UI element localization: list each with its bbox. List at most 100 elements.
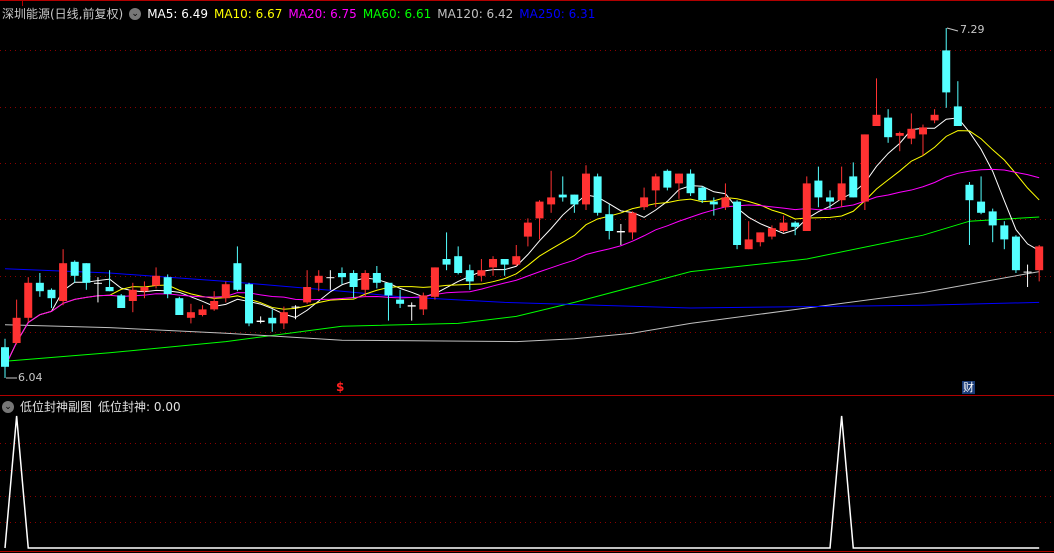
- candle[interactable]: [419, 292, 428, 315]
- candle[interactable]: [547, 170, 556, 213]
- candle[interactable]: [245, 282, 254, 327]
- candle[interactable]: [384, 282, 393, 321]
- candle[interactable]: [674, 173, 683, 199]
- candle[interactable]: [454, 246, 463, 275]
- candle[interactable]: [1000, 221, 1009, 250]
- candle-body: [651, 176, 660, 191]
- candle[interactable]: [198, 305, 207, 317]
- candle[interactable]: [279, 306, 288, 329]
- candle-body: [965, 184, 974, 201]
- candle[interactable]: [756, 232, 765, 247]
- candle[interactable]: [558, 176, 567, 202]
- candle[interactable]: [1011, 235, 1020, 273]
- candle[interactable]: [872, 78, 881, 126]
- candle[interactable]: [651, 173, 660, 208]
- candle[interactable]: [442, 232, 451, 271]
- candle[interactable]: [802, 176, 811, 231]
- candle[interactable]: [582, 165, 590, 210]
- candle[interactable]: [814, 166, 823, 208]
- candle[interactable]: [605, 204, 614, 240]
- candle[interactable]: [186, 303, 195, 324]
- candle[interactable]: [35, 273, 44, 297]
- candle[interactable]: [477, 259, 486, 282]
- candle[interactable]: [372, 266, 381, 289]
- candle[interactable]: [686, 169, 695, 196]
- candle[interactable]: [965, 182, 974, 245]
- candle[interactable]: [221, 281, 230, 303]
- candle[interactable]: [256, 316, 265, 324]
- candle[interactable]: [779, 215, 788, 233]
- candle[interactable]: [1, 338, 9, 378]
- candle-body: [988, 211, 997, 226]
- candle[interactable]: [24, 277, 33, 322]
- candle-body: [895, 133, 904, 136]
- candle[interactable]: [349, 270, 358, 299]
- candle[interactable]: [837, 166, 846, 208]
- candle[interactable]: [233, 246, 242, 292]
- candle[interactable]: [535, 200, 544, 240]
- candle[interactable]: [826, 190, 835, 209]
- candle[interactable]: [1035, 245, 1044, 282]
- candle[interactable]: [47, 288, 56, 308]
- candle[interactable]: [326, 270, 335, 290]
- candle-body: [12, 317, 21, 343]
- candle[interactable]: [82, 263, 91, 290]
- candle[interactable]: [314, 270, 323, 292]
- candle[interactable]: [430, 267, 439, 300]
- candle[interactable]: [489, 256, 498, 276]
- dividend-marker[interactable]: $: [336, 380, 344, 394]
- candle[interactable]: [733, 200, 742, 250]
- high-pointer: [946, 27, 959, 32]
- candle[interactable]: [930, 109, 939, 124]
- candle[interactable]: [268, 309, 277, 332]
- candle[interactable]: [942, 28, 951, 108]
- chart-canvas[interactable]: [0, 0, 1054, 553]
- candle[interactable]: [849, 162, 858, 198]
- financial-report-marker[interactable]: 财: [962, 381, 975, 394]
- candle[interactable]: [59, 249, 68, 306]
- candle[interactable]: [616, 224, 625, 245]
- candle[interactable]: [117, 294, 126, 308]
- candle[interactable]: [791, 221, 800, 236]
- candle[interactable]: [953, 81, 962, 126]
- candle[interactable]: [12, 299, 21, 345]
- ma250-line: [4, 268, 1040, 309]
- candle[interactable]: [1023, 264, 1032, 287]
- chevron-down-icon[interactable]: ⌄: [129, 7, 142, 20]
- candle[interactable]: [210, 291, 219, 311]
- candle[interactable]: [977, 176, 986, 215]
- candle-body: [407, 305, 416, 307]
- high-price-label: 7.29: [960, 23, 985, 36]
- candle-body: [791, 222, 800, 227]
- candle[interactable]: [884, 109, 893, 143]
- grid: [0, 50, 1054, 523]
- candle[interactable]: [860, 134, 869, 210]
- candle[interactable]: [465, 264, 474, 290]
- candle[interactable]: [396, 289, 405, 308]
- candle[interactable]: [152, 267, 161, 289]
- candle[interactable]: [407, 302, 416, 321]
- chevron-down-icon[interactable]: ⌄: [2, 400, 14, 413]
- candle[interactable]: [303, 270, 312, 304]
- candle-body: [198, 309, 207, 315]
- candle[interactable]: [523, 218, 532, 247]
- candle-body: [593, 176, 602, 213]
- candle-body: [1023, 271, 1032, 273]
- candle[interactable]: [907, 113, 916, 145]
- candle[interactable]: [663, 169, 672, 191]
- candle[interactable]: [895, 131, 904, 152]
- candle[interactable]: [175, 296, 184, 315]
- candle-body: [454, 256, 463, 273]
- candle[interactable]: [337, 267, 346, 285]
- candle[interactable]: [628, 211, 637, 240]
- candle[interactable]: [918, 124, 927, 156]
- candle[interactable]: [640, 187, 649, 210]
- candle[interactable]: [698, 186, 707, 203]
- candle[interactable]: [70, 260, 79, 283]
- candle[interactable]: [512, 245, 521, 266]
- candle[interactable]: [744, 221, 753, 250]
- candle[interactable]: [593, 173, 602, 216]
- candle[interactable]: [988, 208, 997, 243]
- candle[interactable]: [500, 259, 509, 276]
- candle[interactable]: [570, 194, 579, 213]
